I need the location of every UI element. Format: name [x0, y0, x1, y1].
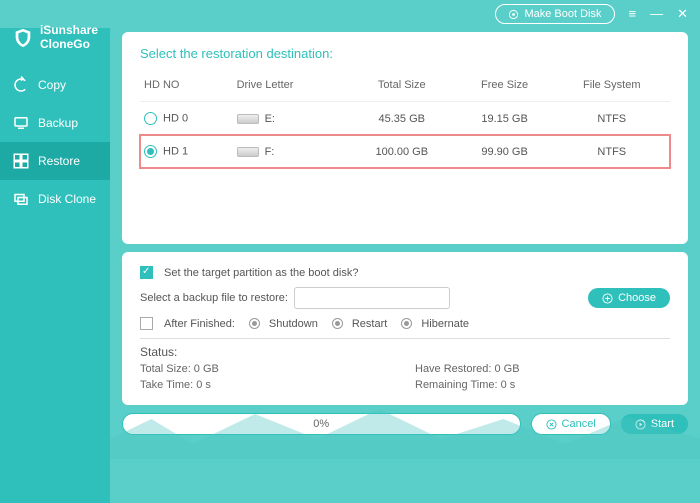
nav-restore-label: Restore — [38, 154, 80, 168]
nav-diskclone[interactable]: Disk Clone — [0, 180, 110, 218]
radio-hibernate[interactable] — [401, 318, 412, 329]
restore-icon — [12, 152, 30, 170]
after-checkbox[interactable] — [140, 317, 153, 330]
nav-backup-label: Backup — [38, 116, 78, 130]
backup-icon — [12, 114, 30, 132]
window-controls: ≡ — ✕ — [629, 6, 689, 22]
menu-icon[interactable]: ≡ — [629, 6, 637, 22]
choose-button[interactable]: Choose — [588, 288, 670, 308]
target-icon — [508, 9, 519, 20]
radio-shutdown[interactable] — [249, 318, 260, 329]
diskclone-icon — [12, 190, 30, 208]
drive-table: HD NO Drive Letter Total Size Free Size … — [140, 73, 670, 168]
progress-bar: 0% — [122, 413, 521, 435]
nav-copy-label: Copy — [38, 78, 66, 92]
cancel-button[interactable]: Cancel — [531, 413, 611, 435]
destination-panel: Select the restoration destination: HD N… — [122, 32, 688, 244]
bottom-bar: 0% Cancel Start — [122, 413, 688, 435]
after-label: After Finished: — [164, 318, 235, 330]
table-row[interactable]: HD 0 E: 45.35 GB 19.15 GB NTFS — [140, 102, 670, 136]
col-letter: Drive Letter — [233, 73, 348, 102]
copy-icon — [12, 76, 30, 94]
start-button[interactable]: Start — [621, 414, 688, 434]
select-file-label: Select a backup file to restore: — [140, 292, 288, 304]
col-fs: File System — [554, 73, 670, 102]
status-remaining: Remaining Time: 0 s — [415, 379, 670, 391]
backup-file-input[interactable] — [294, 287, 450, 309]
radio-hd1[interactable] — [144, 145, 157, 158]
options-panel: Set the target partition as the boot dis… — [122, 252, 688, 405]
col-hdno: HD NO — [140, 73, 233, 102]
content-area: Select the restoration destination: HD N… — [110, 28, 700, 503]
radio-restart[interactable] — [332, 318, 343, 329]
col-free: Free Size — [456, 73, 554, 102]
drive-icon — [237, 147, 259, 157]
table-row[interactable]: HD 1 F: 100.00 GB 99.90 GB NTFS — [140, 135, 670, 168]
boot-label: Set the target partition as the boot dis… — [164, 267, 358, 279]
plus-circle-icon — [602, 293, 613, 304]
progress-text: 0% — [313, 418, 329, 430]
shield-icon — [12, 25, 34, 51]
status-total: Total Size: 0 GB — [140, 363, 395, 375]
status-title: Status: — [140, 345, 670, 359]
app-name: iSunshareCloneGo — [40, 24, 98, 52]
panel-title: Select the restoration destination: — [140, 46, 670, 61]
nav-diskclone-label: Disk Clone — [38, 192, 96, 206]
close-icon[interactable]: ✕ — [677, 6, 688, 22]
drive-icon — [237, 114, 259, 124]
app-logo: iSunshareCloneGo — [0, 24, 110, 66]
sidebar: iSunshareCloneGo Copy Backup Restore Dis… — [0, 28, 110, 503]
boot-label: Make Boot Disk — [524, 8, 601, 20]
minimize-icon[interactable]: — — [650, 6, 663, 22]
nav-restore[interactable]: Restore — [0, 142, 110, 180]
nav-copy[interactable]: Copy — [0, 66, 110, 104]
radio-hd0[interactable] — [144, 112, 157, 125]
play-icon — [635, 419, 646, 430]
status-restored: Have Restored: 0 GB — [415, 363, 670, 375]
make-boot-disk-button[interactable]: Make Boot Disk — [495, 4, 614, 24]
status-take: Take Time: 0 s — [140, 379, 395, 391]
boot-checkbox[interactable] — [140, 266, 153, 279]
cancel-icon — [546, 419, 557, 430]
col-total: Total Size — [348, 73, 456, 102]
nav-backup[interactable]: Backup — [0, 104, 110, 142]
divider — [140, 338, 670, 339]
